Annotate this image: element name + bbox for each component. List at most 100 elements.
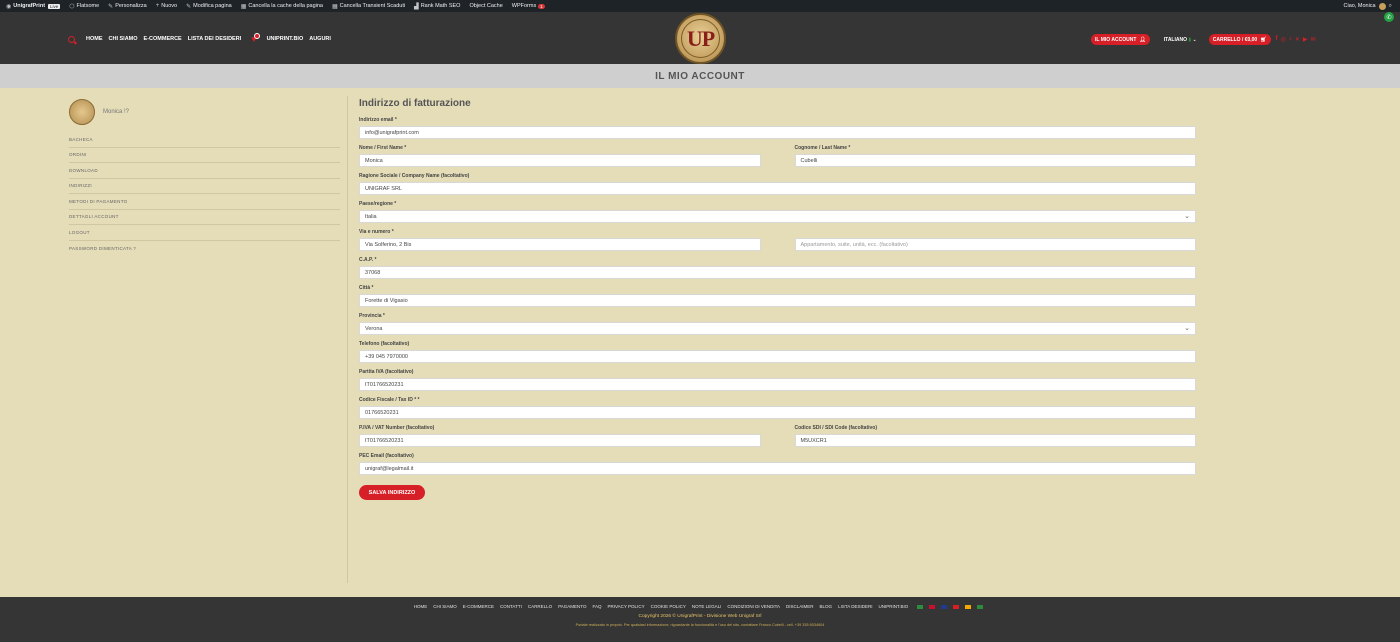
sidebar-item-metodi-pagamento[interactable]: METODI DI PAGAMENTO <box>69 194 340 210</box>
database-icon: ▦ <box>331 3 338 10</box>
sidebar-item-ordini[interactable]: ORDINI <box>69 148 340 163</box>
flag-icon[interactable] <box>977 604 984 609</box>
flag-icon[interactable] <box>953 604 960 609</box>
search-icon[interactable]: ⌕ <box>1389 3 1392 10</box>
email-icon[interactable]: ✉ <box>1310 36 1315 43</box>
footer-link-cookie[interactable]: COOKIE POLICY <box>651 604 686 609</box>
footer-link-faq[interactable]: FAQ <box>592 604 601 609</box>
live-badge: Live <box>48 3 61 9</box>
flag-icon[interactable] <box>917 604 924 609</box>
save-address-button[interactable]: SALVA INDIRIZZO <box>359 485 425 500</box>
admin-avatar[interactable] <box>1378 2 1386 10</box>
nav-e-commerce[interactable]: E-COMMERCE <box>144 36 182 42</box>
instagram-icon[interactable]: ◎ <box>1281 36 1286 43</box>
country-select[interactable]: Italia <box>359 210 1196 223</box>
admin-site-menu[interactable]: ◉ UnigrafPrint Live <box>6 3 61 10</box>
admin-item-label: Flatsome <box>76 3 100 9</box>
sidebar-item-download[interactable]: DOWNLOAD <box>69 163 340 179</box>
sidebar-item-logout[interactable]: LOGOUT <box>69 225 340 241</box>
cart-button[interactable]: CARRELLO / €0,00 🛒︎ <box>1208 34 1271 45</box>
cache-icon: ▦ <box>240 3 247 10</box>
address1-input[interactable]: Via Solferino, 2 Bis <box>359 238 761 251</box>
form-heading: Indirizzo di fatturazione <box>359 98 471 109</box>
city-input[interactable]: Forette di Vigasio <box>359 294 1196 307</box>
address2-field: Appartamento, suite, unità, ecc. (facolt… <box>794 229 1196 251</box>
footer-link-home[interactable]: HOME <box>414 604 428 609</box>
language-label: ITALIANO <box>1163 36 1187 43</box>
footer-link-uniprint-bio[interactable]: UNIPRINT.BIO <box>879 604 909 609</box>
social-links: f ◎ ♪ ✕ ▶ ✉ <box>1276 36 1319 43</box>
sidebar-item-bacheca[interactable]: BACHECA <box>69 132 340 148</box>
admin-rank-math[interactable]: ▟ Rank Math SEO <box>414 3 460 10</box>
nav-lista-desideri[interactable]: LISTA DEI DESIDERI <box>188 36 241 42</box>
footer-link-chi-siamo[interactable]: CHI SIAMO <box>433 604 457 609</box>
admin-nuovo[interactable]: + Nuovo <box>156 3 177 9</box>
footer-link-disclaimer[interactable]: DISCLAIMER <box>786 604 814 609</box>
pec-input[interactable]: unigraf@legalmail.it <box>359 462 1196 475</box>
admin-site-name[interactable]: UnigrafPrint <box>13 3 45 9</box>
column-divider <box>347 96 348 583</box>
nav-auguri[interactable]: AUGURI <box>309 36 331 42</box>
footer-link-carrello[interactable]: CARRELLO <box>528 604 552 609</box>
pec-field: PEC Email (facoltativo) unigraf@legalmai… <box>359 453 1196 475</box>
piva-field: P.IVA / VAT Number (facoltativo) IT01766… <box>359 425 761 447</box>
sidebar-item-indirizzi[interactable]: INDIRIZZI <box>69 179 340 194</box>
admin-wpforms[interactable]: WPForms 1 <box>512 3 545 9</box>
site-logo[interactable]: UP <box>675 13 726 64</box>
email-input[interactable]: info@unigrafprint.com <box>359 126 1196 139</box>
nav-chi-siamo[interactable]: CHI SIAMO <box>109 36 138 42</box>
last-name-input[interactable]: Cubelli <box>794 154 1196 167</box>
footer-link-blog[interactable]: BLOG <box>820 604 833 609</box>
field-label: Città * <box>359 285 374 291</box>
admin-cancella-cache[interactable]: ▦ Cancella la cache della pagina <box>241 3 323 10</box>
admin-personalizza[interactable]: ✎ Personalizza <box>108 3 147 10</box>
nav-uniprint-bio[interactable]: UNIPRINT.BIO <box>267 36 304 42</box>
username: Monica !? <box>103 108 130 115</box>
province-select[interactable]: Verona <box>359 322 1196 335</box>
admin-greeting[interactable]: Ciao, Monica <box>1344 3 1376 9</box>
last-name-field: Cognome / Last Name * Cubelli <box>794 145 1196 167</box>
footer-link-contatti[interactable]: CONTATTI <box>500 604 522 609</box>
address2-input[interactable]: Appartamento, suite, unità, ecc. (facolt… <box>794 238 1196 251</box>
vat-input[interactable]: IT01766520231 <box>359 378 1196 391</box>
flag-icon[interactable] <box>929 604 936 609</box>
account-sidebar: Monica !? BACHECA ORDINI DOWNLOAD INDIRI… <box>69 98 340 256</box>
wishlist-heart-icon[interactable]: ♥ <box>251 33 261 44</box>
cap-input[interactable]: 37068 <box>359 266 1196 279</box>
search-icon[interactable] <box>68 35 75 43</box>
phone-input[interactable]: +39 045 7970000 <box>359 350 1196 363</box>
italy-flag-icon: ▮ <box>1188 36 1192 43</box>
my-account-button[interactable]: IL MIO ACCOUNT 👤︎ <box>1091 34 1150 45</box>
admin-object-cache[interactable]: Object Cache <box>469 3 502 9</box>
tax-code-input[interactable]: 01766520231 <box>359 406 1196 419</box>
footer-link-lista-desideri[interactable]: LISTA DESIDERI <box>838 604 872 609</box>
avatar <box>69 98 95 125</box>
footer-link-e-commerce[interactable]: E-COMMERCE <box>463 604 494 609</box>
phone-call-icon[interactable]: ✆ <box>1384 12 1394 22</box>
city-field: Città * Forette di Vigasio <box>359 285 1196 307</box>
footer-link-privacy[interactable]: PRIVACY POLICY <box>607 604 644 609</box>
admin-modifica-pagina[interactable]: ✎ Modifica pagina <box>186 3 232 10</box>
sidebar-item-password-dimenticata[interactable]: PASSWORD DIMENTICATA ? <box>69 241 340 257</box>
phone-field: Telefono (facoltativo) +39 045 7970000 <box>359 341 1196 363</box>
admin-cancella-transient[interactable]: ▦ Cancella Transient Scaduti <box>332 3 405 10</box>
footer-link-pagamento[interactable]: PAGAMENTO <box>558 604 586 609</box>
company-input[interactable]: UNIGRAF SRL <box>359 182 1196 195</box>
pencil-icon: ✎ <box>186 3 192 10</box>
youtube-icon[interactable]: ▶ <box>1303 36 1308 43</box>
first-name-input[interactable]: Monica <box>359 154 761 167</box>
footer-link-condizioni[interactable]: CONDIZIONI DI VENDITA <box>727 604 780 609</box>
admin-flatsome[interactable]: ⬡ Flatsome <box>69 3 99 10</box>
facebook-icon[interactable]: f <box>1276 36 1278 43</box>
sdi-input[interactable]: M5UXCR1 <box>794 434 1196 447</box>
footer-link-note-legali[interactable]: NOTE LEGALI <box>692 604 722 609</box>
flag-icon[interactable] <box>941 604 948 609</box>
language-switcher[interactable]: ITALIANO ▮ ⌄ <box>1164 37 1197 43</box>
sidebar-item-dettagli-account[interactable]: DETTAGLI ACCOUNT <box>69 210 340 225</box>
x-icon[interactable]: ✕ <box>1295 36 1300 43</box>
piva-input[interactable]: IT01766520231 <box>359 434 761 447</box>
flag-icon[interactable] <box>965 604 972 609</box>
tiktok-icon[interactable]: ♪ <box>1289 36 1292 43</box>
field-label: Provincia * <box>359 313 385 319</box>
nav-home[interactable]: HOME <box>86 36 103 42</box>
